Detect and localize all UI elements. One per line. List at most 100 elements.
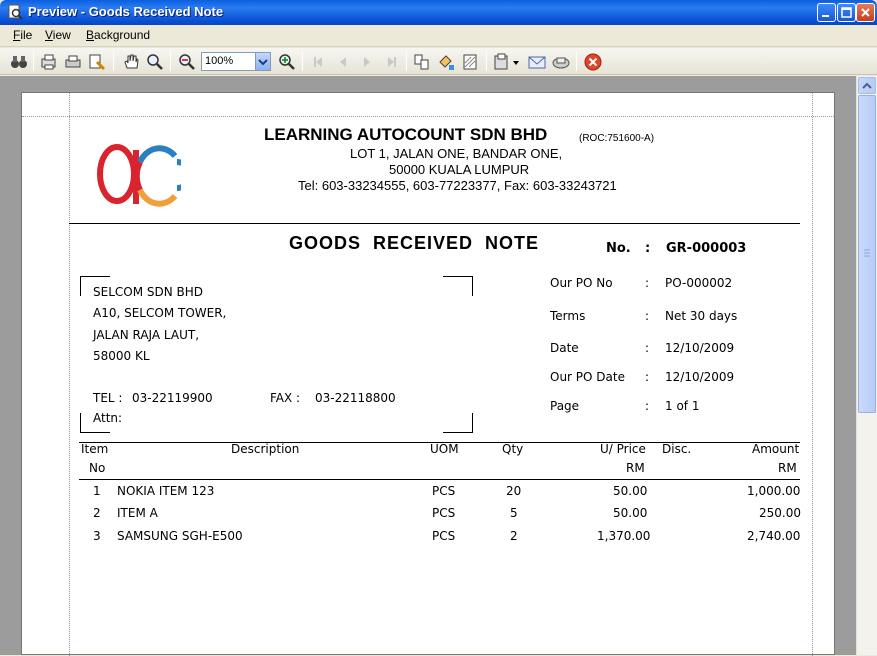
window-titlebar[interactable]: Preview - Goods Received Note	[0, 0, 877, 25]
multi-page-icon	[414, 54, 429, 70]
last-page-button[interactable]	[381, 52, 401, 72]
row-amount: 250.00	[759, 506, 801, 520]
chevron-up-icon	[862, 82, 872, 89]
document-title: GOODS RECEIVED NOTE	[289, 233, 540, 253]
row-uprice: 1,370.00	[597, 529, 651, 543]
row-no: 3	[93, 529, 101, 543]
watermark-icon	[463, 54, 477, 70]
menu-background[interactable]: Background	[86, 28, 150, 42]
info-value: 1 of 1	[665, 399, 700, 413]
zoom-out-icon	[179, 54, 195, 70]
scroll-thumb[interactable]	[858, 95, 876, 413]
report-page: LEARNING AUTOCOUNT SDN BHD (ROC:751600-A…	[21, 92, 836, 656]
info-label: Terms	[550, 309, 586, 323]
row-uprice: 50.00	[613, 506, 648, 520]
close-button[interactable]	[856, 3, 875, 22]
binoculars-icon	[11, 56, 27, 68]
minimize-button[interactable]	[817, 3, 836, 22]
zoom-dropdown-button[interactable]	[255, 53, 270, 70]
row-qty: 20	[506, 484, 522, 498]
supplier-address-3: 58000 KL	[93, 349, 150, 363]
find-button[interactable]	[9, 52, 29, 72]
background-color-button[interactable]	[436, 52, 456, 72]
info-label: Our PO No	[550, 276, 613, 290]
print-options-button[interactable]	[87, 52, 107, 72]
row-amount: 1,000.00	[747, 484, 801, 498]
info-label: Page	[550, 399, 580, 413]
supplier-tel: 03-22119900	[132, 391, 213, 405]
close-icon	[861, 8, 870, 17]
menu-file[interactable]: File	[13, 28, 32, 42]
col-amount: Amount	[752, 442, 800, 456]
maximize-button[interactable]	[837, 3, 856, 22]
supplier-attn-label: Attn:	[93, 411, 123, 425]
doc-no-value: GR-000003	[666, 241, 747, 256]
preview-icon	[8, 4, 23, 20]
vertical-scrollbar[interactable]	[856, 76, 877, 655]
page-setup-button[interactable]	[39, 52, 59, 72]
info-label: Date	[550, 341, 579, 355]
print-icon	[65, 55, 81, 68]
watermark-button[interactable]	[460, 52, 480, 72]
info-colon: :	[645, 309, 650, 323]
preview-area[interactable]: LEARNING AUTOCOUNT SDN BHD (ROC:751600-A…	[0, 76, 856, 656]
row-qty: 5	[510, 506, 518, 520]
col-no: No	[89, 461, 106, 475]
info-value: 12/10/2009	[665, 370, 735, 384]
row-no: 2	[93, 506, 101, 520]
row-uprice: 50.00	[613, 484, 648, 498]
company-roc: (ROC:751600-A)	[579, 133, 655, 144]
info-colon: :	[645, 276, 650, 290]
col-amount-unit: RM	[778, 461, 797, 475]
last-page-icon	[388, 57, 396, 67]
zoom-value: 100%	[205, 55, 234, 67]
company-name: LEARNING AUTOCOUNT SDN BHD	[264, 125, 548, 144]
prev-page-button[interactable]	[333, 52, 353, 72]
menu-bar: File View Background	[0, 25, 877, 47]
export-button[interactable]	[493, 52, 519, 72]
row-amount: 2,740.00	[747, 529, 801, 543]
magnifier-button[interactable]	[145, 52, 165, 72]
col-uprice: U/ Price	[600, 442, 646, 456]
doc-no-label: No.	[606, 241, 631, 256]
next-page-button[interactable]	[357, 52, 377, 72]
email-icon	[528, 56, 546, 69]
col-uom: UOM	[430, 442, 459, 456]
minimize-icon	[822, 15, 829, 17]
export-icon	[494, 53, 519, 70]
email-button[interactable]	[527, 52, 547, 72]
chevron-down-icon	[258, 59, 268, 66]
close-preview-button[interactable]	[583, 52, 603, 72]
background-color-icon	[439, 55, 454, 70]
company-logo	[97, 144, 181, 207]
prev-page-icon	[340, 57, 346, 67]
scroll-up-button[interactable]	[858, 77, 876, 94]
zoom-select[interactable]: 100%	[201, 52, 271, 71]
first-page-icon	[314, 57, 322, 67]
multi-page-button[interactable]	[412, 52, 432, 72]
zoom-out-button[interactable]	[177, 52, 197, 72]
first-page-button[interactable]	[309, 52, 329, 72]
menu-view[interactable]: View	[45, 28, 71, 42]
col-uprice-unit: RM	[626, 461, 645, 475]
info-colon: :	[645, 399, 650, 413]
row-qty: 2	[510, 529, 518, 543]
hand-tool-button[interactable]	[121, 52, 141, 72]
row-description: ITEM A	[117, 506, 158, 520]
info-value: 12/10/2009	[665, 341, 735, 355]
col-disc: Disc.	[662, 442, 692, 456]
hand-icon	[124, 54, 139, 69]
zoom-in-icon	[279, 54, 295, 70]
send-icon	[552, 57, 570, 69]
info-colon: :	[645, 341, 650, 355]
page-setup-icon	[41, 54, 56, 70]
send-button[interactable]	[551, 52, 571, 72]
toolbar	[0, 48, 877, 75]
close-preview-icon	[584, 53, 602, 71]
print-button[interactable]	[63, 52, 83, 72]
zoom-in-button[interactable]	[277, 52, 297, 72]
grip-icon	[864, 249, 870, 257]
magnifier-icon	[147, 54, 163, 70]
info-colon: :	[645, 370, 650, 384]
col-description: Description	[231, 442, 300, 456]
